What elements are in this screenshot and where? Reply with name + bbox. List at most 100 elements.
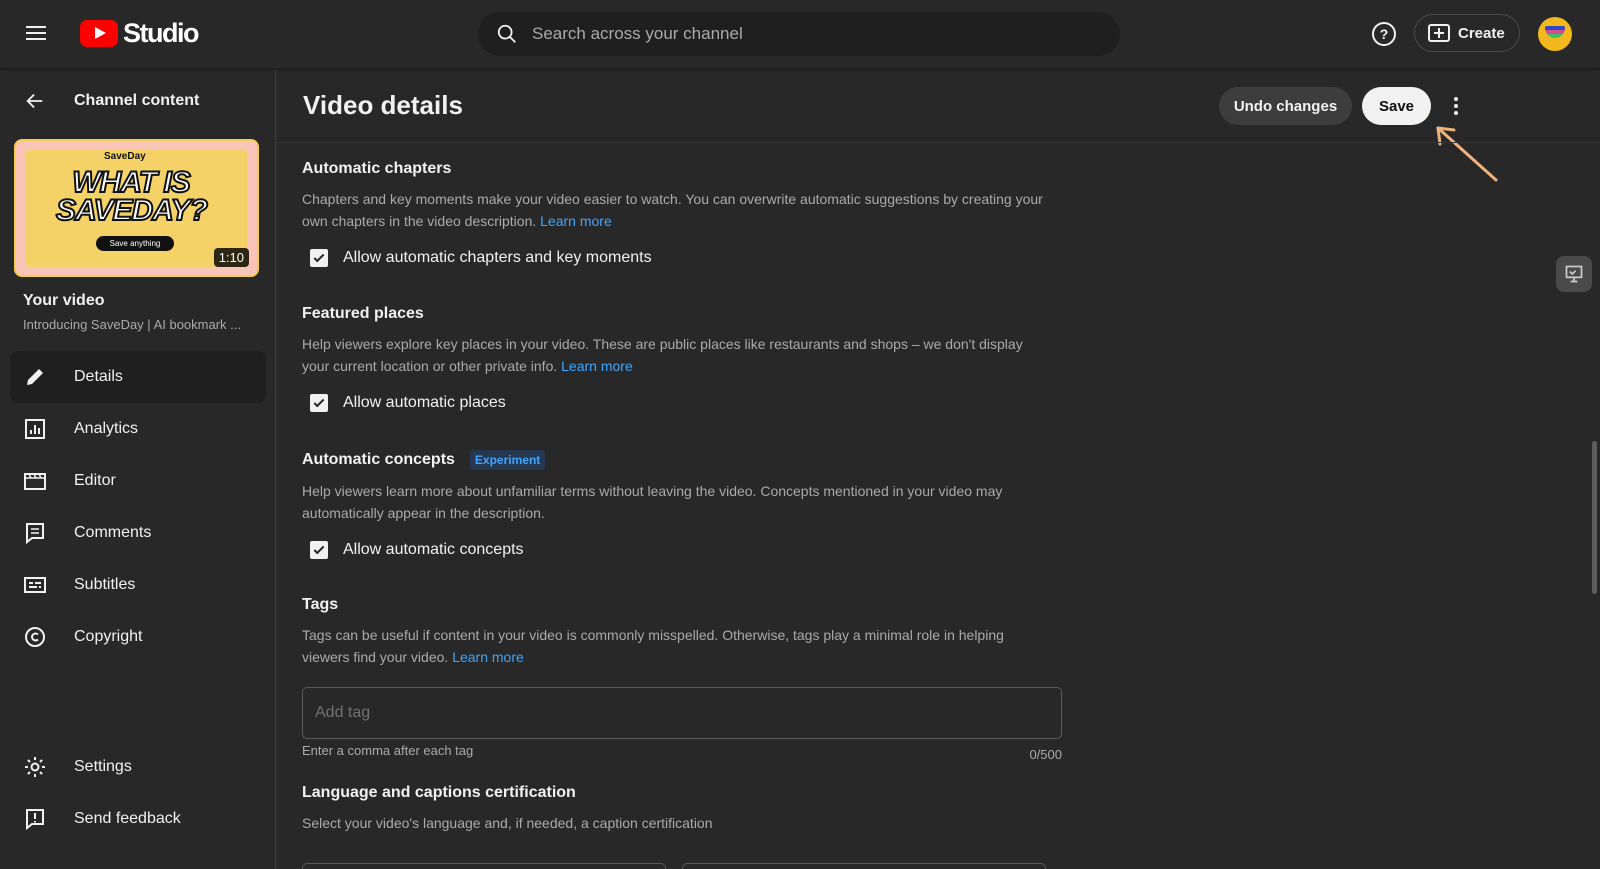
- sidebar-item-label: Send feedback: [74, 810, 181, 827]
- places-checkbox-row[interactable]: Allow automatic places: [310, 394, 1052, 412]
- sidebar-item-label: Comments: [74, 524, 152, 541]
- learn-more-link[interactable]: Learn more: [452, 649, 524, 665]
- search-bar[interactable]: [478, 12, 1120, 56]
- create-button[interactable]: Create: [1414, 14, 1520, 52]
- menu-icon[interactable]: [24, 22, 48, 46]
- youtube-play-icon: [80, 20, 118, 47]
- sidebar-item-label: Settings: [74, 758, 132, 775]
- section-description: Tags can be useful if content in your vi…: [302, 624, 1052, 668]
- section-description: Help viewers learn more about unfamiliar…: [302, 483, 1003, 521]
- analytics-icon: [25, 419, 45, 439]
- experiment-badge: Experiment: [469, 450, 546, 470]
- back-arrow-icon: [26, 93, 43, 109]
- pencil-icon: [27, 369, 43, 385]
- your-video-label: Your video: [23, 292, 105, 309]
- undo-changes-button[interactable]: Undo changes: [1219, 87, 1352, 125]
- studio-logo[interactable]: Studio: [80, 18, 199, 49]
- save-button[interactable]: Save: [1362, 87, 1431, 125]
- search-icon: [497, 24, 516, 43]
- tags-field[interactable]: [302, 687, 1062, 739]
- language-selectors: [302, 863, 1062, 869]
- section-title: Automatic chapters: [302, 160, 452, 177]
- sidebar-nav: Details Analytics Editor Comments Subtit…: [10, 351, 266, 663]
- annotation-arrow-icon: [1436, 126, 1498, 182]
- scrollbar[interactable]: [1592, 441, 1597, 594]
- video-duration: 1:10: [213, 248, 249, 267]
- feedback-icon: [26, 809, 44, 831]
- tags-hint-row: Enter a comma after each tag 0/500: [302, 743, 1062, 762]
- caption-certification-select[interactable]: [682, 863, 1046, 869]
- top-bar: Studio ? Create: [0, 0, 1600, 68]
- header-divider: [276, 142, 1600, 143]
- help-icon[interactable]: ?: [1372, 22, 1396, 46]
- tags-counter: 0/500: [1029, 747, 1062, 762]
- thumbnail-pill: Save anything: [96, 236, 174, 251]
- sidebar-item-label: Editor: [74, 472, 116, 489]
- tags-hint: Enter a comma after each tag: [302, 743, 474, 758]
- sidebar-item-settings[interactable]: Settings: [10, 741, 266, 793]
- copyright-icon: [25, 627, 45, 647]
- presentation-icon: [1565, 265, 1583, 283]
- back-label: Channel content: [74, 92, 200, 109]
- sidebar-item-label: Subtitles: [74, 576, 136, 593]
- page-title: Video details: [303, 90, 463, 120]
- section-automatic-chapters: Automatic chapters Chapters and key mome…: [302, 160, 1052, 267]
- comments-icon: [26, 523, 44, 545]
- sidebar-item-label: Details: [74, 368, 123, 385]
- logo-text: Studio: [123, 18, 199, 48]
- chapters-checkbox[interactable]: [310, 249, 328, 267]
- learn-more-link[interactable]: Learn more: [561, 358, 633, 374]
- avatar[interactable]: [1538, 17, 1572, 51]
- section-description: Help viewers explore key places in your …: [302, 333, 1052, 377]
- search-input[interactable]: [532, 24, 1092, 44]
- sidebar-item-analytics[interactable]: Analytics: [10, 403, 266, 455]
- sidebar-item-editor[interactable]: Editor: [10, 455, 266, 507]
- chapters-checkbox-row[interactable]: Allow automatic chapters and key moments: [310, 249, 1052, 267]
- section-title: Language and captions certification: [302, 784, 576, 801]
- more-options-icon[interactable]: [1444, 94, 1468, 118]
- subtitles-icon: [24, 577, 46, 593]
- section-title: Automatic concepts: [302, 451, 455, 468]
- checkbox-label: Allow automatic chapters and key moments: [343, 249, 652, 266]
- thumbnail-brand: SaveDay: [104, 151, 146, 162]
- checkbox-label: Allow automatic concepts: [343, 541, 524, 558]
- video-thumbnail[interactable]: SaveDay WHAT IS SAVEDAY? Save anything 1…: [14, 139, 259, 277]
- section-title: Featured places: [302, 305, 424, 322]
- create-label: Create: [1458, 24, 1505, 42]
- concepts-checkbox[interactable]: [310, 541, 328, 559]
- section-description: Select your video's language and, if nee…: [302, 815, 713, 831]
- sidebar-item-comments[interactable]: Comments: [10, 507, 266, 559]
- checkmark-icon: [313, 253, 325, 263]
- sidebar-bottom-nav: Settings Send feedback: [10, 741, 266, 845]
- section-featured-places: Featured places Help viewers explore key…: [302, 305, 1052, 412]
- sidebar-item-subtitles[interactable]: Subtitles: [10, 559, 266, 611]
- section-language-captions: Language and captions certification Sele…: [302, 784, 1052, 834]
- sidebar-item-copyright[interactable]: Copyright: [10, 611, 266, 663]
- section-tags: Tags Tags can be useful if content in yo…: [302, 596, 1062, 762]
- main-content: Video details Undo changes Save Automati…: [276, 68, 1600, 869]
- sidebar: Channel content SaveDay WHAT IS SAVEDAY?…: [0, 68, 276, 869]
- checkmark-icon: [313, 398, 325, 408]
- side-tool-button[interactable]: [1556, 256, 1592, 292]
- create-video-icon: [1428, 24, 1450, 42]
- places-checkbox[interactable]: [310, 394, 328, 412]
- sidebar-item-label: Analytics: [74, 420, 139, 437]
- section-title: Tags: [302, 596, 339, 613]
- section-description: Chapters and key moments make your video…: [302, 188, 1052, 232]
- description-text: Help viewers explore key places in your …: [302, 336, 1023, 374]
- channel-content-back[interactable]: Channel content: [24, 90, 199, 112]
- description-text: Tags can be useful if content in your vi…: [302, 627, 1004, 665]
- checkbox-label: Allow automatic places: [343, 394, 506, 411]
- learn-more-link[interactable]: Learn more: [540, 213, 612, 229]
- section-automatic-concepts: Automatic concepts Experiment Help viewe…: [302, 450, 1052, 559]
- gear-icon: [25, 757, 45, 777]
- video-title: Introducing SaveDay | AI bookmark ...: [23, 317, 241, 332]
- sidebar-item-details[interactable]: Details: [10, 351, 266, 403]
- video-language-select[interactable]: [302, 863, 666, 869]
- checkmark-icon: [313, 545, 325, 555]
- add-tag-input[interactable]: [315, 704, 1035, 722]
- sidebar-item-send-feedback[interactable]: Send feedback: [10, 793, 266, 845]
- section-title-row: Automatic concepts Experiment: [302, 450, 1052, 470]
- concepts-checkbox-row[interactable]: Allow automatic concepts: [310, 541, 1052, 559]
- sidebar-item-label: Copyright: [74, 628, 143, 645]
